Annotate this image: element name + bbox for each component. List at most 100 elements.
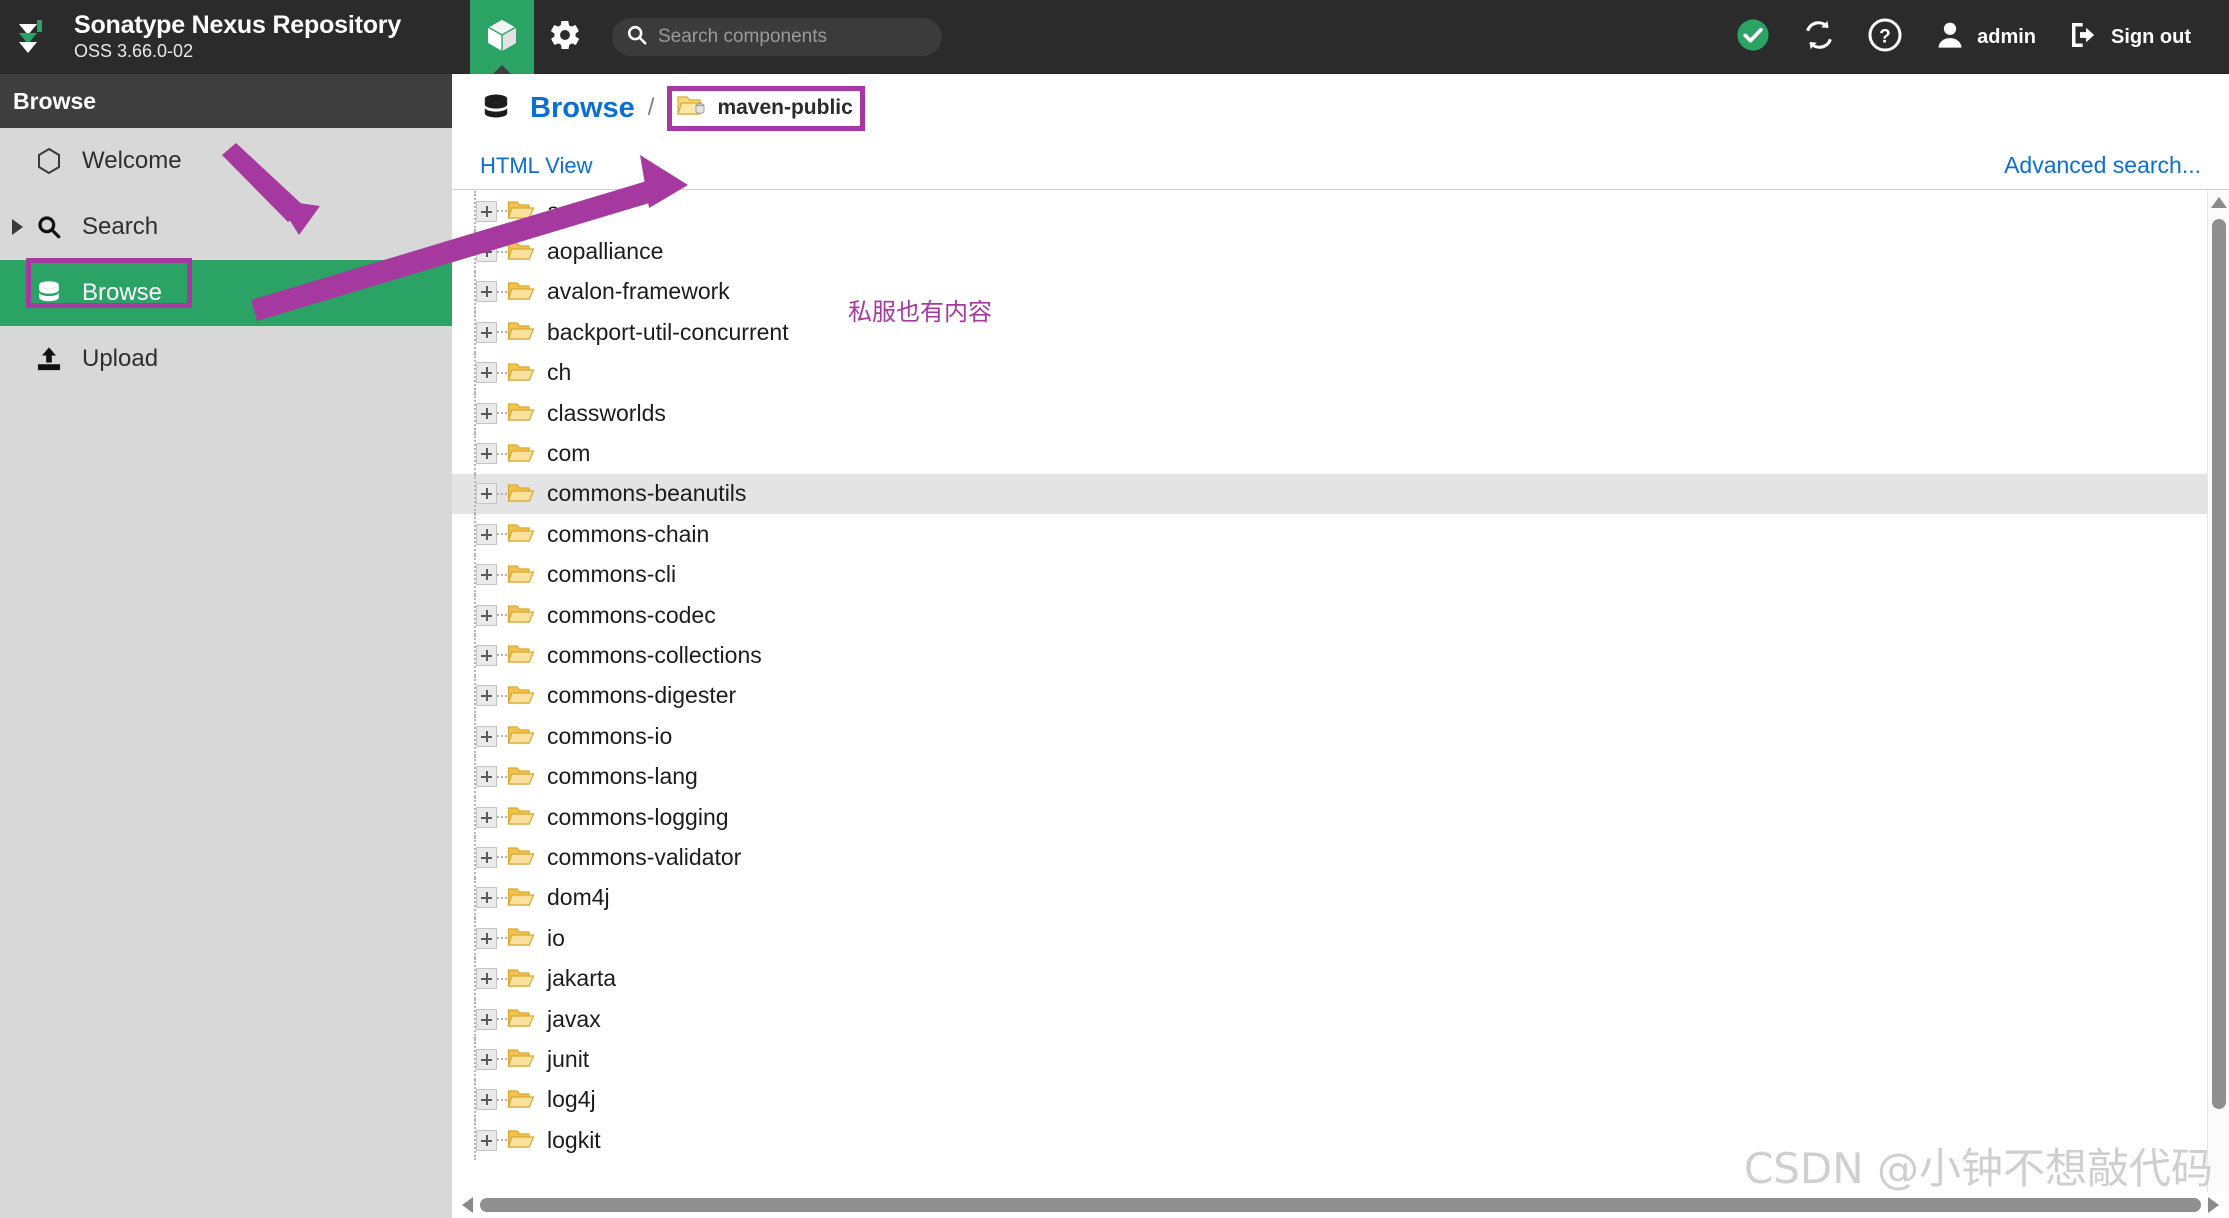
- sidebar: Browse Welcome Search Browse Upload: [0, 74, 452, 1218]
- plus-box-icon[interactable]: [476, 1008, 497, 1030]
- help-circle-icon: ?: [1868, 17, 1902, 57]
- tree-row[interactable]: antlr: [452, 191, 2207, 232]
- sidebar-item-search[interactable]: Search: [0, 194, 452, 260]
- plus-box-icon[interactable]: [476, 927, 497, 949]
- tree-connector-icon: [497, 492, 507, 495]
- browse-tab[interactable]: [470, 0, 534, 75]
- plus-box-icon[interactable]: [476, 725, 497, 747]
- tree-row[interactable]: commons-logging: [452, 796, 2207, 838]
- annotation-note: 私服也有内容: [848, 298, 992, 326]
- plus-box-icon[interactable]: [476, 685, 497, 707]
- refresh-button[interactable]: [1786, 0, 1852, 74]
- system-status-button[interactable]: [1720, 0, 1786, 74]
- tree-row[interactable]: com: [452, 433, 2207, 474]
- tree-row[interactable]: commons-digester: [452, 675, 2207, 717]
- tree-row[interactable]: commons-io: [452, 716, 2207, 757]
- folder-icon: [507, 280, 535, 304]
- upload-icon: [32, 345, 66, 373]
- tree-row[interactable]: javax: [452, 998, 2207, 1040]
- folder-icon: [507, 442, 535, 466]
- breadcrumb-repository-label: maven-public: [717, 96, 853, 119]
- tree-connector-icon: [497, 1098, 507, 1101]
- search-icon: [626, 24, 648, 51]
- tree-row[interactable]: commons-chain: [452, 514, 2207, 555]
- plus-box-icon[interactable]: [476, 644, 497, 666]
- tree-item-label: dom4j: [547, 884, 610, 911]
- plus-box-icon[interactable]: [476, 523, 497, 545]
- plus-box-icon[interactable]: [476, 483, 497, 505]
- tree-rows: antlr aopalliance avalon-framework backport…: [452, 191, 2207, 1192]
- tree-item-label: backport-util-concurrent: [547, 318, 789, 345]
- tree-item-label: avalon-framework: [547, 278, 730, 305]
- folder-icon: [507, 765, 535, 789]
- tree-connector-icon: [497, 816, 507, 819]
- sign-out-button[interactable]: Sign out: [2052, 0, 2207, 74]
- plus-box-icon[interactable]: [476, 1089, 497, 1111]
- plus-box-icon[interactable]: [476, 604, 497, 626]
- tree-row[interactable]: junit: [452, 1039, 2207, 1080]
- watermark: CSDN @小钟不想敲代码: [1743, 1144, 2213, 1193]
- plus-box-icon[interactable]: [476, 321, 497, 343]
- tree-row[interactable]: dom4j: [452, 877, 2207, 919]
- plus-box-icon[interactable]: [476, 806, 497, 828]
- tree-item-label: classworlds: [547, 399, 666, 426]
- user-menu[interactable]: admin: [1918, 0, 2052, 74]
- plus-box-icon[interactable]: [476, 402, 497, 424]
- tree-row[interactable]: commons-lang: [452, 756, 2207, 797]
- plus-box-icon[interactable]: [476, 443, 497, 465]
- folder-icon: [507, 1088, 535, 1112]
- scroll-up-arrow-icon[interactable]: [2210, 197, 2227, 208]
- breadcrumb-root-link[interactable]: Browse: [530, 92, 635, 125]
- tree-row[interactable]: classworlds: [452, 392, 2207, 434]
- plus-box-icon[interactable]: [476, 362, 497, 384]
- plus-box-icon[interactable]: [476, 1129, 497, 1151]
- tree-row[interactable]: jakarta: [452, 958, 2207, 999]
- tree-row[interactable]: commons-collections: [452, 635, 2207, 676]
- folder-icon: [507, 967, 535, 991]
- tree-row[interactable]: commons-beanutils: [452, 473, 2207, 515]
- tree-row[interactable]: ch: [452, 352, 2207, 393]
- folder-icon: [507, 401, 535, 425]
- plus-box-icon[interactable]: [476, 200, 497, 222]
- advanced-search-link[interactable]: Advanced search...: [2004, 152, 2201, 179]
- plus-box-icon[interactable]: [476, 281, 497, 303]
- plus-box-icon[interactable]: [476, 1048, 497, 1070]
- html-view-link[interactable]: HTML View: [480, 153, 592, 179]
- vertical-scrollbar[interactable]: [2207, 191, 2229, 1192]
- svg-text:?: ?: [1879, 26, 1891, 47]
- plus-box-icon[interactable]: [476, 846, 497, 868]
- tree-item-label: commons-codec: [547, 601, 716, 628]
- plus-box-icon[interactable]: [476, 766, 497, 788]
- tree-row[interactable]: commons-cli: [452, 554, 2207, 595]
- tree-row[interactable]: backport-util-concurrent: [452, 312, 2207, 353]
- horizontal-scroll-thumb[interactable]: [480, 1198, 2201, 1212]
- plus-box-icon[interactable]: [476, 564, 497, 586]
- breadcrumb-repository[interactable]: maven-public: [667, 85, 865, 131]
- tree-item-label: logkit: [547, 1126, 601, 1153]
- tree-row[interactable]: avalon-framework: [452, 271, 2207, 313]
- tree-connector-icon: [497, 573, 507, 576]
- tree-row[interactable]: commons-codec: [452, 594, 2207, 636]
- scroll-right-arrow-icon[interactable]: [2208, 1197, 2219, 1213]
- tree-connector-icon: [497, 331, 507, 334]
- tree-row[interactable]: log4j: [452, 1079, 2207, 1120]
- tree-row[interactable]: commons-validator: [452, 837, 2207, 878]
- vertical-scroll-thumb[interactable]: [2212, 219, 2226, 1109]
- help-button[interactable]: ?: [1852, 0, 1918, 74]
- chevron-right-icon[interactable]: [12, 219, 23, 235]
- tree-item-label: commons-cli: [547, 561, 677, 588]
- scroll-left-arrow-icon[interactable]: [462, 1197, 473, 1213]
- tree-row[interactable]: io: [452, 918, 2207, 959]
- brand[interactable]: Sonatype Nexus Repository OSS 3.66.0-02: [0, 12, 470, 61]
- settings-button[interactable]: [534, 0, 596, 74]
- search-components-input[interactable]: Search components: [612, 18, 942, 56]
- sidebar-item-welcome[interactable]: Welcome: [0, 128, 452, 194]
- cube-icon: [485, 17, 519, 58]
- tree-row[interactable]: aopalliance: [452, 231, 2207, 272]
- sidebar-item-upload[interactable]: Upload: [0, 326, 452, 392]
- sidebar-item-label: Search: [82, 213, 159, 240]
- plus-box-icon[interactable]: [476, 968, 497, 990]
- plus-box-icon[interactable]: [476, 241, 497, 263]
- app-header: Sonatype Nexus Repository OSS 3.66.0-02: [0, 0, 2229, 75]
- plus-box-icon[interactable]: [476, 887, 497, 909]
